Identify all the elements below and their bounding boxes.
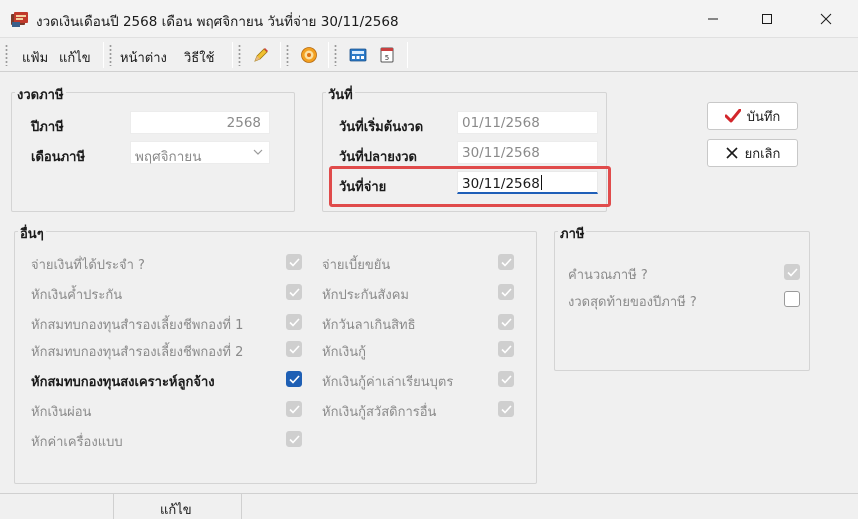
toolbar-separator — [103, 42, 104, 68]
option-label: หักเงินกู้ค่าเล่าเรียนบุตร — [322, 375, 454, 390]
toolbar-separator — [280, 42, 281, 68]
loan-checkbox[interactable] — [498, 341, 514, 357]
checkmark-icon — [500, 257, 512, 267]
option-label: หักเงินกู้ — [322, 345, 366, 360]
tax-title: ภาษี — [558, 223, 587, 244]
toolbar-grip[interactable] — [334, 44, 337, 66]
provident-fund-2-checkbox[interactable] — [286, 341, 302, 357]
tuition-loan-checkbox[interactable] — [498, 371, 514, 387]
checkmark-icon — [288, 257, 300, 267]
toolbar-separator — [328, 42, 329, 68]
cancel-label: ยกเลิก — [744, 146, 781, 162]
option-label: หักสมทบกองทุนสำรองเลี้ยงชีพกองที่ 2 — [31, 345, 244, 360]
welfare-loan-checkbox[interactable] — [498, 401, 514, 417]
excess-leave-checkbox[interactable] — [498, 314, 514, 330]
option-label: จ่ายเบี้ยขยัน — [322, 258, 391, 273]
payroll-app-icon — [11, 12, 28, 27]
uniform-checkbox[interactable] — [286, 431, 302, 447]
social-security-checkbox[interactable] — [498, 284, 514, 300]
checkmark-icon — [288, 404, 300, 414]
chevron-down-icon — [253, 149, 263, 155]
option-label: หักเงินผ่อน — [31, 405, 92, 420]
checkmark-icon — [288, 287, 300, 297]
option-label: หักวันลาเกินสิทธิ — [322, 318, 416, 333]
option-label: งวดสุดท้ายของปีภาษี ? — [568, 295, 697, 310]
toolbar-grip[interactable] — [5, 44, 8, 66]
minimize-button[interactable] — [690, 0, 736, 38]
minimize-icon — [708, 18, 718, 20]
checkmark-icon — [500, 287, 512, 297]
calculator-icon[interactable] — [349, 46, 367, 64]
maximize-icon — [762, 14, 772, 24]
option-label: หักเงินค้ำประกัน — [31, 288, 123, 303]
target-icon[interactable] — [300, 46, 318, 64]
window-title: งวดเงินเดือนปี 2568 เดือน พฤศจิกายน วันท… — [36, 14, 399, 30]
checkmark-icon — [288, 344, 300, 354]
close-icon — [820, 13, 832, 25]
checkmark-icon — [500, 317, 512, 327]
last-tax-period-checkbox[interactable] — [784, 291, 800, 307]
status-mode: แก้ไข — [160, 503, 192, 518]
regular-pay-checkbox[interactable] — [286, 254, 302, 270]
pay-date-highlight — [329, 166, 611, 207]
end-date-field[interactable]: 30/11/2568 — [457, 141, 598, 164]
calendar-icon[interactable]: 5 — [378, 46, 396, 64]
tax-month-label: เดือนภาษี — [31, 150, 86, 165]
checkmark-icon — [500, 404, 512, 414]
menu-edit[interactable]: แก้ไข — [59, 47, 91, 68]
close-button[interactable] — [803, 0, 849, 38]
guarantee-checkbox[interactable] — [286, 284, 302, 300]
save-label: บันทึก — [746, 109, 781, 125]
option-label: คำนวณภาษี ? — [568, 268, 648, 283]
toolbar-grip[interactable] — [109, 44, 112, 66]
toolbar-separator — [407, 42, 408, 68]
option-label: หักสมทบกองทุนสงเคราะห์ลูกจ้าง — [31, 375, 215, 390]
x-icon — [726, 147, 738, 159]
installment-checkbox[interactable] — [286, 401, 302, 417]
title-bar: งวดเงินเดือนปี 2568 เดือน พฤศจิกายน วันท… — [0, 0, 858, 38]
employee-welfare-fund-checkbox[interactable] — [286, 371, 302, 387]
status-bar: แก้ไข — [0, 493, 858, 519]
menu-bar: แฟ้ม แก้ไข หน้าต่าง วิธีใช้ 5 — [0, 38, 858, 72]
option-label: หักประกันสังคม — [322, 288, 409, 303]
option-label: จ่ายเงินที่ได้ประจำ ? — [31, 258, 145, 273]
maximize-button[interactable] — [744, 0, 790, 38]
menu-help[interactable]: วิธีใช้ — [184, 47, 214, 68]
option-label: หักค่าเครื่องแบบ — [31, 435, 123, 450]
menu-window[interactable]: หน้าต่าง — [120, 47, 167, 68]
tax-year-field[interactable]: 2568 — [130, 111, 270, 134]
toolbar-grip[interactable] — [286, 44, 289, 66]
checkmark-icon — [500, 344, 512, 354]
dates-title: วันที่ — [326, 84, 355, 105]
svg-text:5: 5 — [385, 54, 389, 62]
pencil-icon[interactable] — [252, 46, 270, 64]
checkmark-icon — [786, 267, 798, 277]
tax-year-label: ปีภาษี — [31, 120, 64, 135]
status-cell — [0, 494, 114, 519]
menu-file[interactable]: แฟ้ม — [22, 47, 48, 68]
diligence-bonus-checkbox[interactable] — [498, 254, 514, 270]
tax-period-title: งวดภาษี — [15, 84, 66, 105]
option-label: หักเงินกู้สวัสดิการอื่น — [322, 405, 437, 420]
other-title: อื่นๆ — [18, 223, 46, 244]
end-date-label: วันที่ปลายงวด — [339, 150, 417, 165]
start-date-label: วันที่เริ่มต้นงวด — [339, 120, 424, 135]
tax-month-value: พฤศจิกายน — [135, 149, 202, 165]
checkmark-icon — [288, 317, 300, 327]
calculate-tax-checkbox[interactable] — [784, 264, 800, 280]
toolbar-grip[interactable] — [238, 44, 241, 66]
checkmark-icon — [500, 374, 512, 384]
tax-month-select[interactable]: พฤศจิกายน — [130, 141, 270, 165]
save-button[interactable]: บันทึก — [707, 102, 798, 130]
checkmark-icon — [288, 374, 300, 384]
status-cell: แก้ไข — [114, 494, 242, 519]
provident-fund-1-checkbox[interactable] — [286, 314, 302, 330]
option-label: หักสมทบกองทุนสำรองเลี้ยงชีพกองที่ 1 — [31, 318, 244, 333]
start-date-field[interactable]: 01/11/2568 — [457, 111, 598, 134]
checkmark-icon — [288, 434, 300, 444]
checkmark-icon — [724, 109, 741, 123]
toolbar-separator — [232, 42, 233, 68]
cancel-button[interactable]: ยกเลิก — [707, 139, 798, 167]
